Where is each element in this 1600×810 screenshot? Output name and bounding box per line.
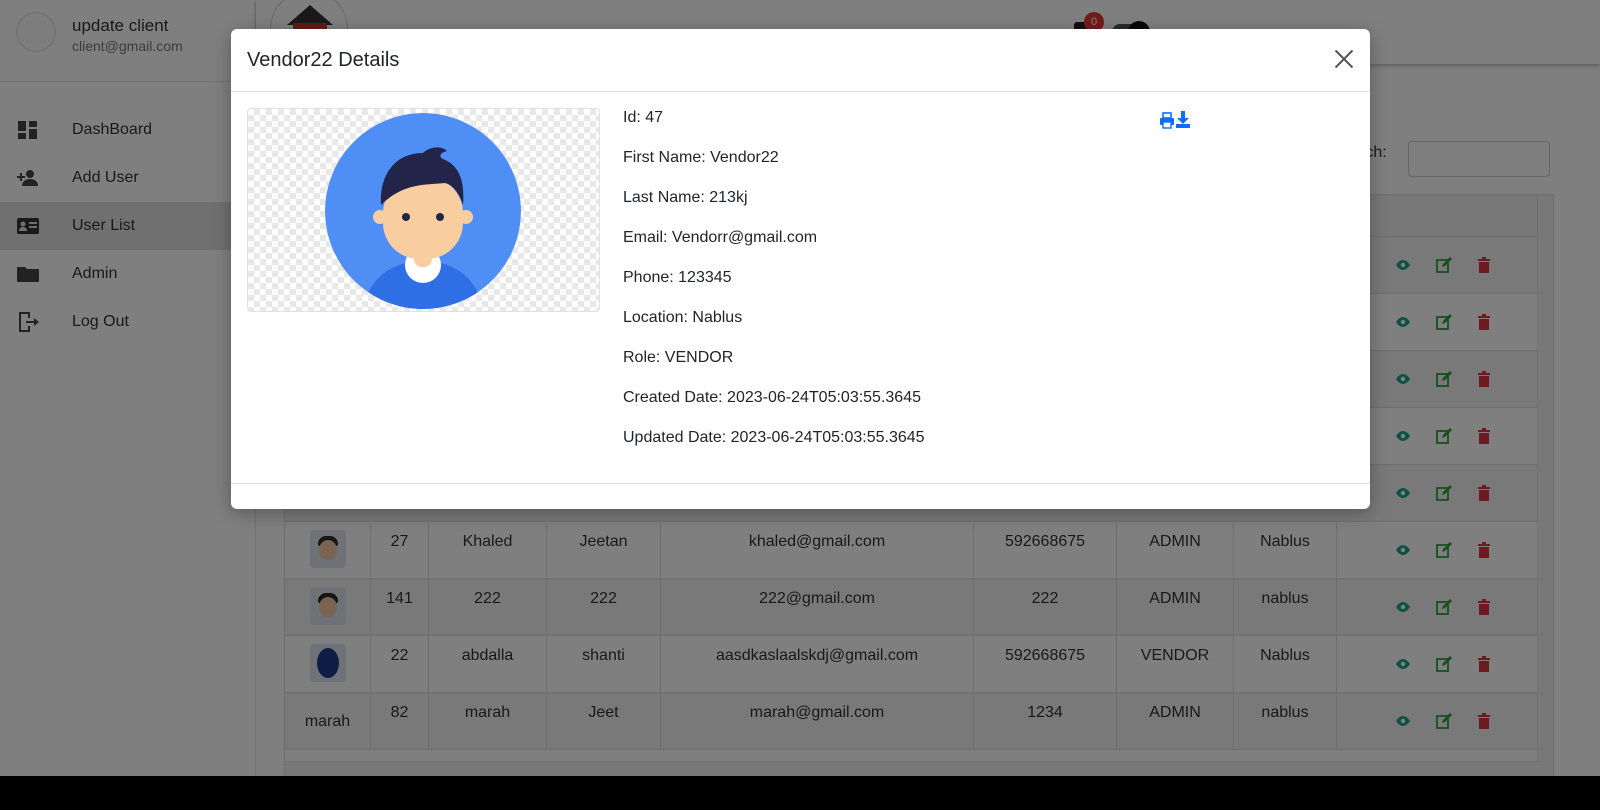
field-phone: Phone: 123345 (623, 269, 732, 286)
field-created-date: Created Date: 2023-06-24T05:03:55.3645 (623, 389, 921, 406)
field-first-name: First Name: Vendor22 (623, 149, 779, 166)
vendor-details-modal: Vendor22 Details Id: 47 First Name: Vend… (231, 29, 1370, 509)
field-role: Role: VENDOR (623, 349, 734, 366)
print-icon[interactable] (1160, 112, 1174, 129)
field-last-name: Last Name: 213kj (623, 189, 748, 206)
download-icon[interactable] (1176, 111, 1190, 128)
field-updated-date: Updated Date: 2023-06-24T05:03:55.3645 (623, 429, 925, 446)
field-email: Email: Vendorr@gmail.com (623, 229, 818, 246)
modal-title: Vendor22 Details (247, 49, 400, 71)
modal-footer (231, 483, 1370, 509)
field-location: Location: Nablus (623, 309, 743, 326)
field-id: Id: 47 (623, 109, 664, 126)
close-icon[interactable] (1332, 47, 1356, 71)
print-download-icons (1160, 111, 1190, 129)
modal-header: Vendor22 Details (231, 29, 1370, 92)
taskbar (0, 776, 1600, 810)
user-photo (247, 108, 600, 312)
user-avatar-illustration (325, 113, 521, 309)
